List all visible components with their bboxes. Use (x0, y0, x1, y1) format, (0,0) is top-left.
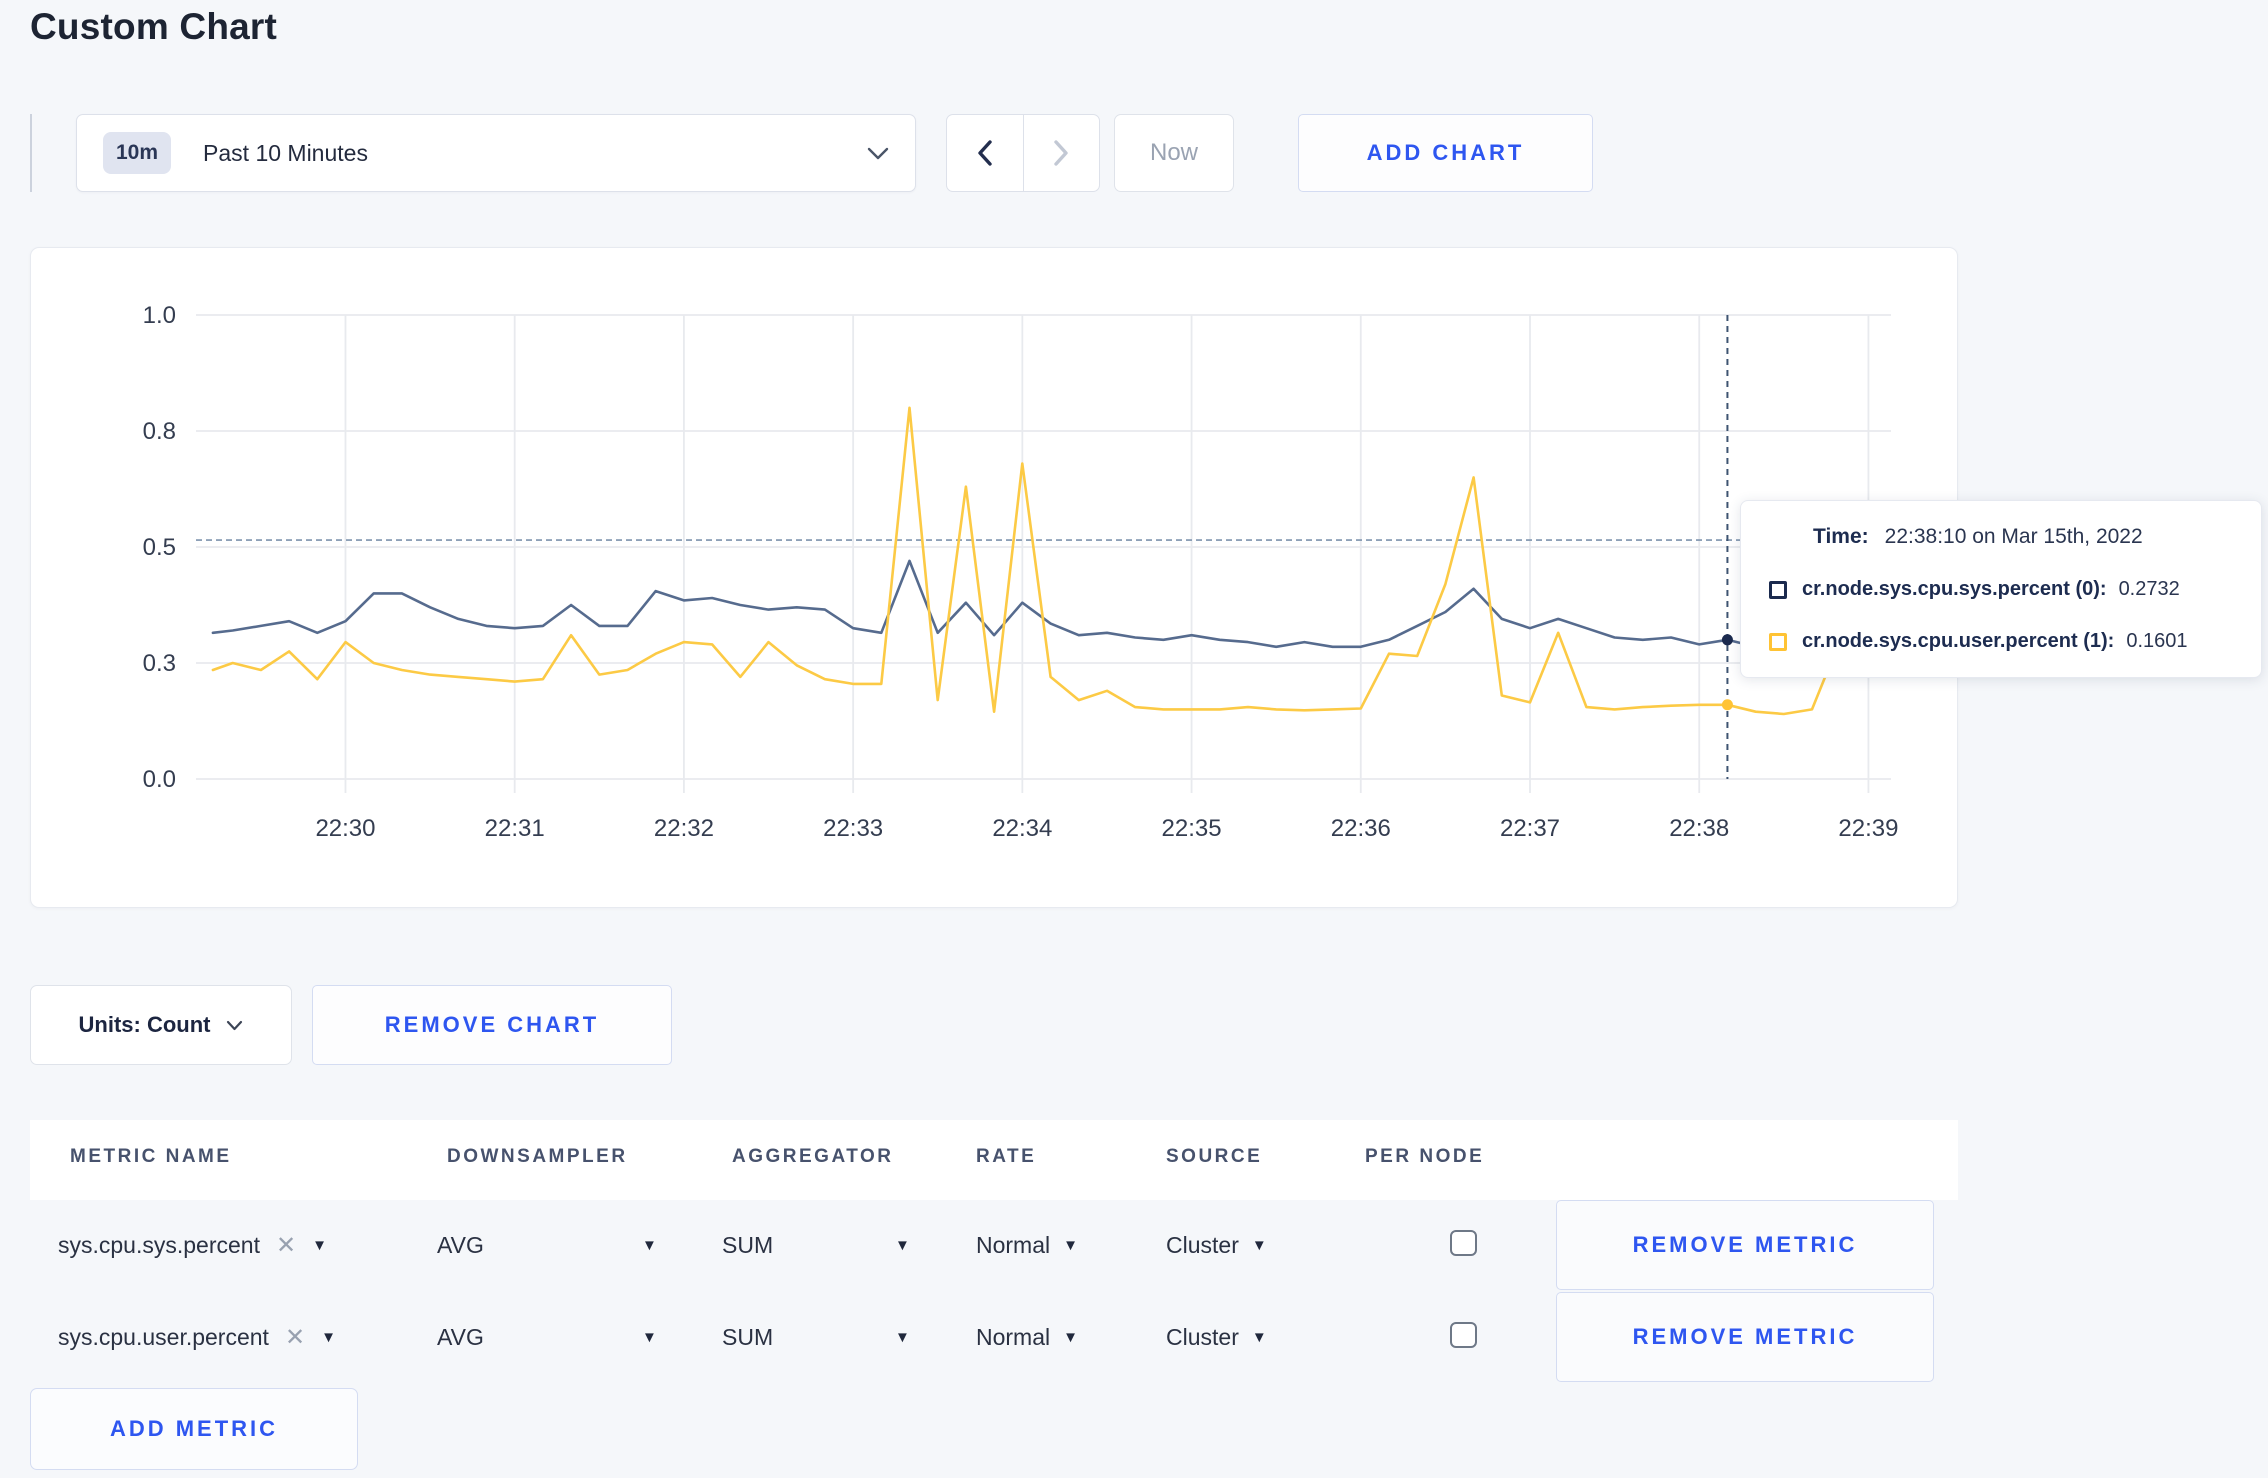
metric-name-select[interactable]: sys.cpu.user.percent ✕ ▼ (58, 1309, 336, 1365)
downsampler-select[interactable]: AVG (437, 1309, 484, 1365)
tooltip-time-value: 22:38:10 on Mar 15th, 2022 (1884, 525, 2143, 548)
source-value: Cluster (1166, 1323, 1239, 1350)
svg-text:22:34: 22:34 (992, 815, 1052, 842)
header-rate: RATE (976, 1146, 1037, 1167)
add-chart-button[interactable]: ADD CHART (1298, 114, 1593, 192)
chevron-down-icon (867, 147, 889, 160)
chart-plot[interactable]: 22:30 22:31 22:32 22:33 22:34 22:35 22:36 22:37… (31, 248, 1959, 909)
source-value: Cluster (1166, 1231, 1239, 1258)
dropdown-arrow-icon: ▼ (1251, 1236, 1267, 1254)
remove-metric-button[interactable]: REMOVE METRIC (1556, 1292, 1934, 1382)
header-aggregator: AGGREGATOR (732, 1146, 894, 1167)
dropdown-arrow-icon[interactable]: ▼ (312, 1237, 327, 1254)
units-label: Units: Count (78, 1012, 211, 1037)
rate-select[interactable]: Normal ▼ (976, 1217, 1078, 1273)
clear-icon[interactable]: ✕ (276, 1231, 296, 1260)
dropdown-arrow-icon[interactable]: ▼ (895, 1309, 910, 1365)
per-node-checkbox[interactable] (1450, 1230, 1477, 1256)
svg-text:22:30: 22:30 (315, 815, 375, 842)
metric-name-value: sys.cpu.user.percent (58, 1323, 269, 1350)
chevron-left-icon (977, 140, 993, 166)
remove-metric-button[interactable]: REMOVE METRIC (1556, 1200, 1934, 1290)
tooltip-time-row: Time: 22:38:10 on Mar 15th, 2022 (1813, 525, 2233, 549)
tooltip-time-label: Time: (1813, 525, 1869, 548)
series-swatch-user (1769, 632, 1787, 651)
dropdown-arrow-icon[interactable]: ▼ (895, 1217, 910, 1273)
rate-value: Normal (976, 1231, 1051, 1258)
tooltip-series-label: cr.node.sys.cpu.sys.percent (0): (1802, 578, 2107, 600)
add-metric-button[interactable]: ADD METRIC (30, 1388, 358, 1470)
chart-tooltip: Time: 22:38:10 on Mar 15th, 2022 cr.node… (1740, 500, 2262, 678)
svg-text:22:35: 22:35 (1162, 815, 1222, 842)
aggregator-select[interactable]: SUM (722, 1217, 773, 1273)
toolbar-left-rule (30, 114, 32, 192)
clear-icon[interactable]: ✕ (285, 1323, 305, 1352)
next-button[interactable] (1024, 115, 1100, 191)
series-swatch-sys (1769, 580, 1787, 599)
source-select[interactable]: Cluster ▼ (1166, 1217, 1267, 1273)
svg-text:0.3: 0.3 (143, 650, 176, 677)
per-node-checkbox[interactable] (1450, 1322, 1477, 1348)
svg-text:0.5: 0.5 (143, 534, 176, 561)
chevron-right-icon (1053, 140, 1069, 166)
now-button[interactable]: Now (1114, 114, 1234, 192)
svg-text:22:31: 22:31 (485, 815, 545, 842)
dropdown-arrow-icon: ▼ (1063, 1328, 1078, 1346)
header-per-node: PER NODE (1365, 1146, 1485, 1167)
metrics-table-header: METRIC NAME DOWNSAMPLER AGGREGATOR RATE … (30, 1120, 1958, 1200)
dropdown-arrow-icon[interactable]: ▼ (642, 1309, 657, 1365)
svg-text:1.0: 1.0 (143, 302, 176, 329)
prev-button[interactable] (947, 115, 1024, 191)
time-range-badge: 10m (103, 132, 172, 174)
svg-text:22:38: 22:38 (1669, 815, 1729, 842)
downsampler-select[interactable]: AVG (437, 1217, 484, 1273)
header-source: SOURCE (1166, 1146, 1263, 1167)
metric-name-value: sys.cpu.sys.percent (58, 1231, 260, 1258)
metric-name-select[interactable]: sys.cpu.sys.percent ✕ ▼ (58, 1217, 327, 1273)
remove-chart-button[interactable]: REMOVE CHART (312, 985, 672, 1065)
dropdown-arrow-icon[interactable]: ▼ (321, 1329, 336, 1346)
time-range-label: Past 10 Minutes (203, 139, 368, 166)
svg-text:22:39: 22:39 (1838, 815, 1898, 842)
time-nav-group (946, 114, 1100, 192)
header-downsampler: DOWNSAMPLER (447, 1146, 628, 1167)
svg-text:0.8: 0.8 (143, 418, 176, 445)
svg-text:22:32: 22:32 (654, 815, 714, 842)
svg-text:22:33: 22:33 (823, 815, 883, 842)
chart-card: 22:30 22:31 22:32 22:33 22:34 22:35 22:36 22:37… (30, 247, 1958, 908)
rate-select[interactable]: Normal ▼ (976, 1309, 1078, 1365)
tooltip-series-row: cr.node.sys.cpu.sys.percent (0): 0.2732 (1769, 578, 2233, 601)
units-select[interactable]: Units: Count (30, 985, 292, 1065)
source-select[interactable]: Cluster ▼ (1166, 1309, 1267, 1365)
tooltip-series-row: cr.node.sys.cpu.user.percent (1): 0.1601 (1769, 630, 2233, 653)
rate-value: Normal (976, 1323, 1051, 1350)
svg-text:0.0: 0.0 (143, 766, 176, 793)
svg-text:22:36: 22:36 (1331, 815, 1391, 842)
tooltip-series-value: 0.2732 (2118, 578, 2180, 600)
tooltip-series-value: 0.1601 (2126, 630, 2188, 652)
dropdown-arrow-icon: ▼ (1063, 1236, 1078, 1254)
tooltip-series-label: cr.node.sys.cpu.user.percent (1): (1802, 630, 2115, 652)
dropdown-arrow-icon[interactable]: ▼ (642, 1217, 657, 1273)
header-metric-name: METRIC NAME (70, 1146, 232, 1167)
svg-text:22:37: 22:37 (1500, 815, 1560, 842)
aggregator-select[interactable]: SUM (722, 1309, 773, 1365)
time-range-select[interactable]: 10m Past 10 Minutes (76, 114, 916, 192)
page-title: Custom Chart (30, 6, 278, 47)
chevron-down-icon (226, 1020, 243, 1031)
dropdown-arrow-icon: ▼ (1251, 1328, 1267, 1346)
